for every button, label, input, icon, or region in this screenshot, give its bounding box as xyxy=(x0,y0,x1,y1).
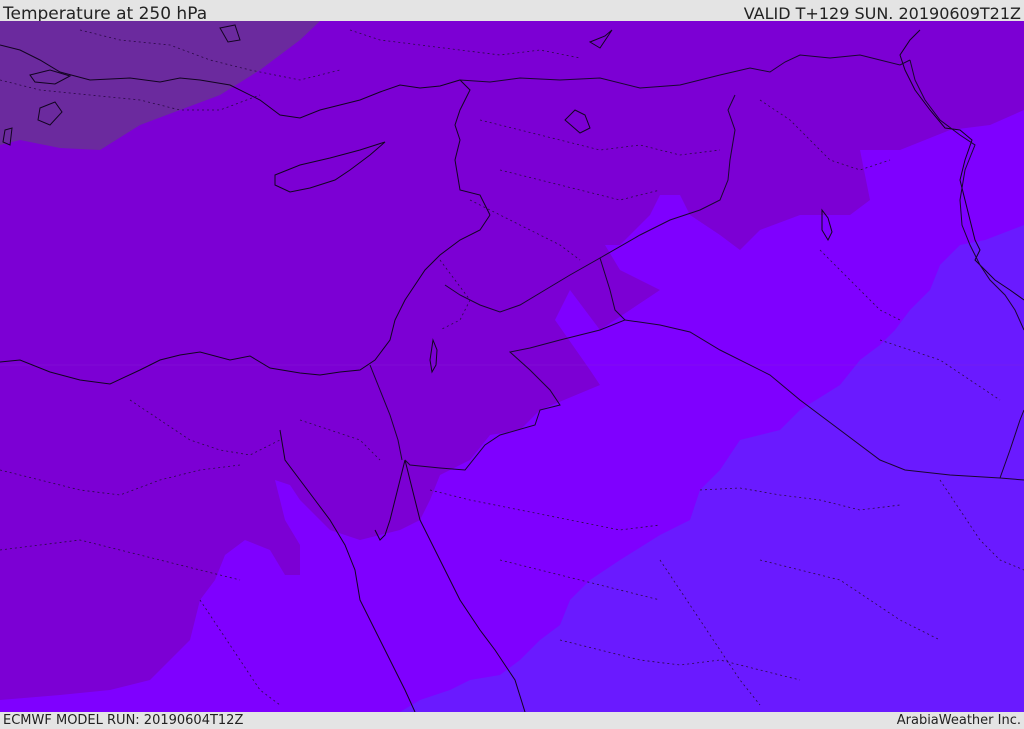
credit-label: ArabiaWeather Inc. xyxy=(896,713,1021,728)
model-run-label: ECMWF MODEL RUN: 20190604T12Z xyxy=(3,713,244,728)
map-figure: Temperature at 250 hPa VALID T+129 SUN. … xyxy=(0,0,1024,729)
header-bar: Temperature at 250 hPa VALID T+129 SUN. … xyxy=(0,0,1024,24)
map-area xyxy=(0,21,1024,712)
footer-bar: ECMWF MODEL RUN: 20190604T12Z ArabiaWeat… xyxy=(0,712,1024,729)
map-canvas xyxy=(0,21,1024,712)
